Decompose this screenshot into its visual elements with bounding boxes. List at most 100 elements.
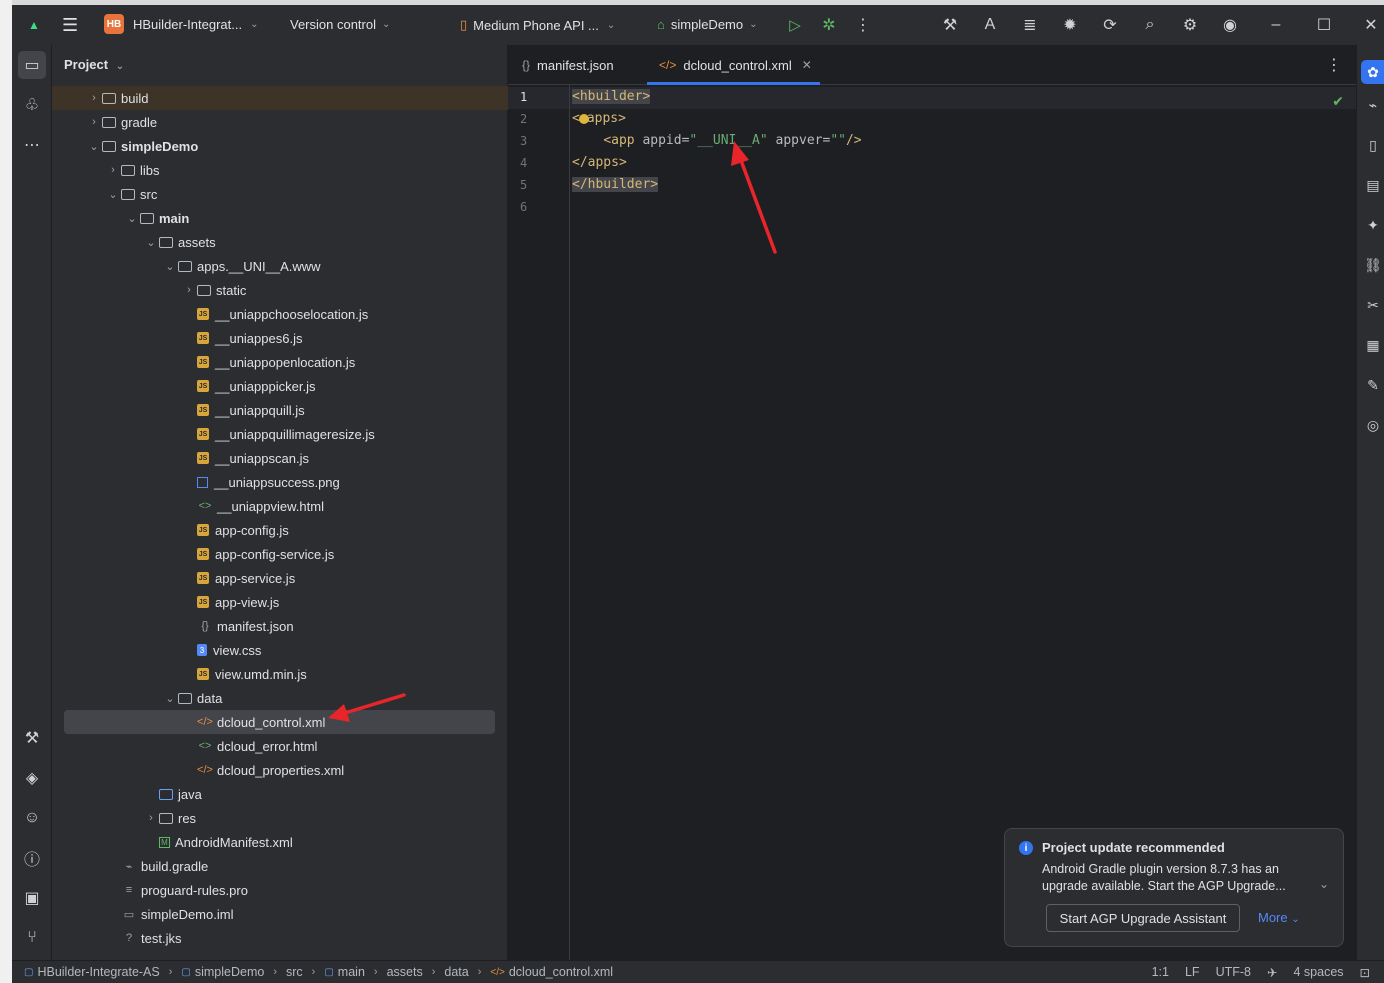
tree-item[interactable]: JS __uniappes6.js [52, 326, 496, 350]
tree-item[interactable]: JS app-config-service.js [52, 542, 496, 566]
breadcrumb-item[interactable]: assets [387, 965, 423, 979]
sync-gradle-icon[interactable]: ⟳ [1098, 13, 1122, 37]
translate-icon[interactable]: A [978, 13, 1002, 37]
link-icon[interactable]: ⛓ [1361, 253, 1384, 277]
more-actions-icon[interactable]: ⋮ [851, 13, 875, 37]
edit-icon[interactable]: ✎ [1361, 373, 1384, 397]
layout-inspector-icon[interactable]: ◎ [1361, 413, 1384, 437]
tree-item[interactable]: <> dcloud_error.html [52, 734, 496, 758]
tree-item[interactable]: {} manifest.json [52, 614, 496, 638]
tree-item[interactable]: </> dcloud_control.xml [64, 710, 495, 734]
tree-item[interactable]: JS __uniappquill.js [52, 398, 496, 422]
chevron-right-icon[interactable]: › [105, 164, 121, 176]
project-badge[interactable]: HB [104, 14, 124, 34]
chevron-right-icon[interactable]: › [86, 116, 102, 128]
file-encoding[interactable]: UTF-8 [1216, 965, 1251, 980]
run-icon[interactable]: ▷ [783, 13, 807, 37]
chevron-down-icon[interactable]: ⌄ [86, 140, 102, 153]
debug-icon[interactable]: ✲ [817, 13, 841, 37]
gemini-icon[interactable]: ✿ [1361, 60, 1384, 84]
device-manager-icon[interactable]: ▯ [1361, 133, 1384, 157]
indent-setting[interactable]: 4 spaces [1293, 965, 1343, 980]
breadcrumb-item[interactable]: simpleDemo [195, 965, 264, 979]
bug-icon[interactable]: ✹ [1058, 13, 1082, 37]
tree-item[interactable]: ⌁ build.gradle [52, 854, 496, 878]
tree-item[interactable]: ⌄ assets [52, 230, 496, 254]
tree-item[interactable]: JS __uniappscan.js [52, 446, 496, 470]
project-tool-icon[interactable]: ▭ [18, 51, 46, 79]
tree-item[interactable]: java [52, 782, 496, 806]
minimize-icon[interactable]: – [1264, 13, 1288, 37]
start-agp-upgrade-button[interactable]: Start AGP Upgrade Assistant [1046, 904, 1240, 932]
tree-item[interactable]: ⌄ simpleDemo [52, 134, 496, 158]
tree-item[interactable]: › gradle [52, 110, 496, 134]
tree-item[interactable]: </> dcloud_properties.xml [52, 758, 496, 782]
account-icon[interactable]: ◉ [1218, 13, 1242, 37]
structure-icon[interactable]: ≣ [1018, 13, 1042, 37]
tree-item[interactable]: › libs [52, 158, 496, 182]
tree-item[interactable]: __uniappsuccess.png [52, 470, 496, 494]
git-icon[interactable]: ⑂ [18, 924, 46, 952]
close-icon[interactable]: ✕ [1359, 13, 1383, 37]
breadcrumb-item[interactable]: main [338, 965, 365, 979]
run-config-selector[interactable]: ⌂ simpleDemo ⌄ [657, 17, 758, 32]
build-icon[interactable]: ⚒ [938, 13, 962, 37]
build-tool-icon[interactable]: ⚒ [18, 724, 46, 752]
tree-item[interactable]: JS __uniappopenlocation.js [52, 350, 496, 374]
tree-item[interactable]: ⌄ apps.__UNI__A.www [52, 254, 496, 278]
resource-manager-icon[interactable]: ♧ [18, 91, 46, 119]
no-problems-check-icon[interactable]: ✔ [1332, 93, 1344, 110]
chevron-down-icon[interactable]: ⌄ [162, 692, 178, 705]
device-explorer-icon[interactable]: ▤ [1361, 173, 1384, 197]
lock-icon[interactable]: ⊡ [1360, 965, 1370, 980]
chevron-down-icon[interactable]: ⌄ [143, 236, 159, 249]
chevron-right-icon[interactable]: › [86, 92, 102, 104]
tab-dcloud-control-xml[interactable]: </> dcloud_control.xml ✕ [647, 45, 820, 85]
emulator-icon[interactable]: ▦ [1361, 333, 1384, 357]
tree-item[interactable]: JS app-service.js [52, 566, 496, 590]
chevron-right-icon[interactable]: › [181, 284, 197, 296]
settings-icon[interactable]: ⚙ [1178, 13, 1202, 37]
close-tab-icon[interactable]: ✕ [802, 58, 812, 72]
tab-manifest-json[interactable]: {} manifest.json [522, 45, 614, 85]
tree-item[interactable]: ⌄ data [52, 686, 496, 710]
tree-item[interactable]: <> __uniappview.html [52, 494, 496, 518]
tree-item[interactable]: ⌄ main [52, 206, 496, 230]
gradle-icon[interactable]: ⌁ [1361, 93, 1384, 117]
ai-sparkle-icon[interactable]: ✦ [1361, 213, 1384, 237]
logcat-icon[interactable]: ☺ [18, 804, 46, 832]
tree-item[interactable]: ▭ simpleDemo.iml [52, 902, 496, 926]
more-tools-icon[interactable]: ⋯ [18, 131, 46, 159]
tree-item[interactable]: JS app-view.js [52, 590, 496, 614]
gem-icon[interactable]: ◈ [18, 764, 46, 792]
breadcrumb-item[interactable]: src [286, 965, 303, 979]
tree-item[interactable]: ⌄ src [52, 182, 496, 206]
tree-item[interactable]: JS app-config.js [52, 518, 496, 542]
line-ending[interactable]: LF [1185, 965, 1200, 980]
chevron-down-icon[interactable]: ⌄ [124, 212, 140, 225]
more-dropdown[interactable]: More ⌄ [1258, 910, 1300, 925]
main-menu-icon[interactable]: ☰ [62, 15, 80, 35]
search-icon[interactable]: ⌕ [1138, 13, 1162, 37]
tree-item[interactable]: JS __uniappquillimageresize.js [52, 422, 496, 446]
chevron-right-icon[interactable]: › [143, 812, 159, 824]
problems-icon[interactable]: ⓘ [18, 844, 46, 872]
tree-item[interactable]: › static [52, 278, 496, 302]
tree-item[interactable]: › res [52, 806, 496, 830]
tree-item[interactable]: JS view.umd.min.js [52, 662, 496, 686]
project-selector[interactable]: HBuilder-Integrat... ⌄ [133, 17, 259, 32]
tab-options-icon[interactable]: ⋮ [1326, 55, 1342, 75]
tree-item[interactable]: JS __uniapppicker.js [52, 374, 496, 398]
tools-icon[interactable]: ✂ [1361, 293, 1384, 317]
breadcrumb-item[interactable]: dcloud_control.xml [509, 965, 613, 979]
caret-position[interactable]: 1:1 [1152, 965, 1169, 980]
breadcrumb-item[interactable]: data [444, 965, 468, 979]
chevron-down-icon[interactable]: ⌄ [1319, 877, 1329, 891]
inspection-icon[interactable]: ✈ [1267, 965, 1277, 980]
tree-item[interactable]: JS __uniappchooselocation.js [52, 302, 496, 326]
tree-item[interactable]: 3 view.css [52, 638, 496, 662]
tree-item[interactable]: M AndroidManifest.xml [52, 830, 496, 854]
project-view-selector[interactable]: Project ⌄ [64, 57, 124, 72]
chevron-down-icon[interactable]: ⌄ [162, 260, 178, 273]
tree-item[interactable]: ≡ proguard-rules.pro [52, 878, 496, 902]
